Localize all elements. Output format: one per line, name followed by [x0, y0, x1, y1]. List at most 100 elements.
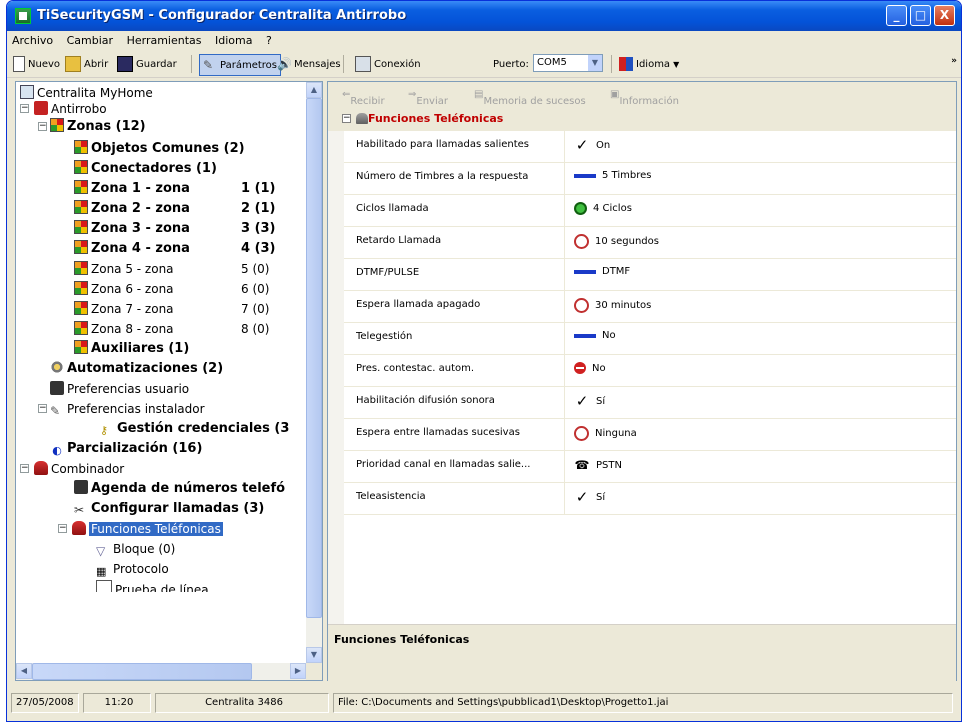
informacion-label: Información: [619, 96, 679, 107]
tree-item-zona[interactable]: Zona 2 - zona: [74, 200, 190, 218]
nuevo-label: Nuevo: [28, 58, 61, 70]
tree-item-prueba[interactable]: Prueba de línea: [96, 580, 209, 592]
property-value[interactable]: ☎ PSTN: [574, 458, 622, 472]
tree-item-antirrobo[interactable]: Antirrobo: [34, 100, 107, 118]
property-row[interactable]: Teleasistencia ✓ Sí: [344, 482, 956, 515]
tree-label: Antirrobo: [51, 102, 107, 116]
tree-item-funciones[interactable]: Funciones Teléfonicas: [72, 520, 223, 538]
toolbar-overflow-button[interactable]: »: [951, 56, 957, 66]
property-row[interactable]: DTMF/PULSE DTMF: [344, 258, 956, 291]
tree-item-auxiliares[interactable]: Auxiliares (1): [74, 340, 189, 358]
tree-item-zona[interactable]: Zona 8 - zona: [74, 320, 174, 338]
property-row[interactable]: Pres. contestac. autom. No: [344, 354, 956, 387]
property-value[interactable]: 5 Timbres: [574, 170, 651, 181]
scroll-up-button[interactable]: ▲: [306, 82, 322, 98]
recibir-button[interactable]: ⇐ Recibir: [342, 89, 385, 107]
tree-item-combinador[interactable]: Combinador: [34, 460, 124, 478]
nuevo-button[interactable]: Nuevo: [13, 54, 60, 74]
zone-icon: [74, 200, 88, 214]
tree-item-conectadores[interactable]: Conectadores (1): [74, 160, 217, 178]
scroll-thumb[interactable]: [32, 663, 252, 680]
property-value[interactable]: 4 Ciclos: [574, 202, 632, 215]
property-value[interactable]: Ninguna: [574, 426, 637, 441]
window-title: TiSecurityGSM - Configurador Centralita …: [37, 8, 407, 23]
property-row[interactable]: Espera entre llamadas sucesivas Ninguna: [344, 418, 956, 451]
tree-item-pref-instalador[interactable]: ✎ Preferencias instalador: [50, 400, 205, 418]
property-row[interactable]: Número de Timbres a la respuesta 5 Timbre…: [344, 162, 956, 195]
collapse-icon[interactable]: −: [342, 114, 351, 123]
tree-item-zona[interactable]: Zona 3 - zona: [74, 220, 190, 238]
property-value[interactable]: 10 segundos: [574, 234, 659, 249]
property-value[interactable]: DTMF: [574, 266, 630, 277]
scroll-thumb[interactable]: [306, 98, 322, 618]
guardar-button[interactable]: Guardar: [117, 54, 177, 74]
tree-item-zona[interactable]: Zona 6 - zona: [74, 280, 174, 298]
chevron-down-icon[interactable]: ▼: [588, 55, 602, 71]
tree-item-zona[interactable]: Zona 5 - zona: [74, 260, 174, 278]
tree-vertical-scrollbar[interactable]: ▲ ▼: [306, 82, 322, 663]
enviar-button[interactable]: ⇒ Enviar: [408, 89, 448, 107]
property-value[interactable]: ✓ Sí: [574, 490, 605, 505]
tree-label: Combinador: [51, 462, 125, 476]
description-pane: Funciones Teléfonicas: [328, 624, 956, 681]
menu-help[interactable]: ?: [261, 31, 277, 47]
tree-item-bloque[interactable]: ▽ Bloque (0): [96, 540, 175, 558]
scroll-left-button[interactable]: ◀: [16, 663, 32, 679]
tree-item-gestion[interactable]: ⚷ Gestión credenciales (3: [100, 420, 289, 438]
minimize-button[interactable]: _: [886, 5, 907, 26]
collapse-icon[interactable]: −: [20, 104, 29, 113]
property-row[interactable]: Ciclos llamada 4 Ciclos: [344, 194, 956, 227]
tree-item-agenda[interactable]: Agenda de números telefó: [74, 480, 285, 498]
idioma-button[interactable]: Idioma ▼: [619, 54, 679, 74]
tree-item-zona[interactable]: Zona 7 - zona: [74, 300, 174, 318]
abrir-button[interactable]: Abrir: [65, 54, 108, 74]
tree-horizontal-scrollbar[interactable]: ◀ ▶: [16, 663, 306, 680]
abrir-label: Abrir: [84, 58, 109, 70]
property-value[interactable]: No: [574, 330, 616, 341]
property-row[interactable]: Habilitado para llamadas salientes ✓ On: [344, 130, 956, 163]
tree-item-zona-count: 7 (0): [241, 302, 270, 316]
collapse-icon[interactable]: −: [58, 524, 67, 533]
menu-archivo[interactable]: Archivo: [7, 31, 58, 47]
menu-cambiar[interactable]: Cambiar: [62, 31, 118, 47]
property-row[interactable]: Retardo Llamada 10 segundos: [344, 226, 956, 259]
memoria-button[interactable]: ▤ Memoria de sucesos: [474, 89, 586, 107]
tree-item-zona[interactable]: Zona 1 - zona: [74, 180, 190, 198]
property-value[interactable]: No: [574, 362, 606, 374]
category-row[interactable]: − Funciones Teléfonicas: [328, 108, 956, 131]
property-row[interactable]: Telegestión No: [344, 322, 956, 355]
tree-item-automatizaciones[interactable]: Automatizaciones (2): [50, 360, 223, 378]
tree-item-protocolo[interactable]: ▦ Protocolo: [96, 560, 169, 578]
property-row[interactable]: Prioridad canal en llamadas salie... ☎ PST…: [344, 450, 956, 483]
tree-label: Protocolo: [113, 562, 169, 576]
collapse-icon[interactable]: −: [38, 122, 47, 131]
property-row[interactable]: Espera llamada apagado 30 minutos: [344, 290, 956, 323]
collapse-icon[interactable]: −: [38, 404, 47, 413]
mensajes-button[interactable]: 🔊 Mensajes: [277, 54, 341, 74]
property-row[interactable]: Habilitación difusión sonora ✓ Sí: [344, 386, 956, 419]
scroll-down-button[interactable]: ▼: [306, 647, 322, 663]
tree-item-configurar[interactable]: ✂ Configurar llamadas (3): [74, 500, 264, 518]
tree-label: Agenda de números telefó: [91, 481, 286, 496]
property-value[interactable]: 30 minutos: [574, 298, 651, 313]
property-value[interactable]: ✓ On: [574, 138, 611, 153]
conexion-button[interactable]: Conexión: [355, 54, 421, 74]
menu-idioma[interactable]: Idioma: [210, 31, 257, 47]
toolbar-separator: [191, 55, 192, 73]
parametros-button[interactable]: ✎ Parámetros: [199, 54, 281, 76]
tree-item-parcializacion[interactable]: ◐ Parcialización (16): [50, 440, 202, 458]
puerto-select[interactable]: COM5 ▼: [533, 54, 603, 72]
property-value[interactable]: ✓ Sí: [574, 394, 605, 409]
tree-item-zonas[interactable]: Zonas (12): [50, 118, 146, 136]
collapse-icon[interactable]: −: [20, 464, 29, 473]
zone-icon: [74, 301, 88, 315]
tree-item-zona[interactable]: Zona 4 - zona: [74, 240, 190, 258]
close-button[interactable]: X: [934, 5, 955, 26]
tree-item-objetos-comunes[interactable]: Objetos Comunes (2): [74, 140, 245, 158]
scroll-right-button[interactable]: ▶: [290, 663, 306, 679]
tree-item-pref-usuario[interactable]: Preferencias usuario: [50, 380, 189, 398]
menu-herramientas[interactable]: Herramientas: [122, 31, 207, 47]
maximize-button[interactable]: □: [910, 5, 931, 26]
informacion-button[interactable]: ▣ Información: [610, 89, 679, 107]
title-bar[interactable]: TiSecurityGSM - Configurador Centralita …: [7, 1, 961, 31]
